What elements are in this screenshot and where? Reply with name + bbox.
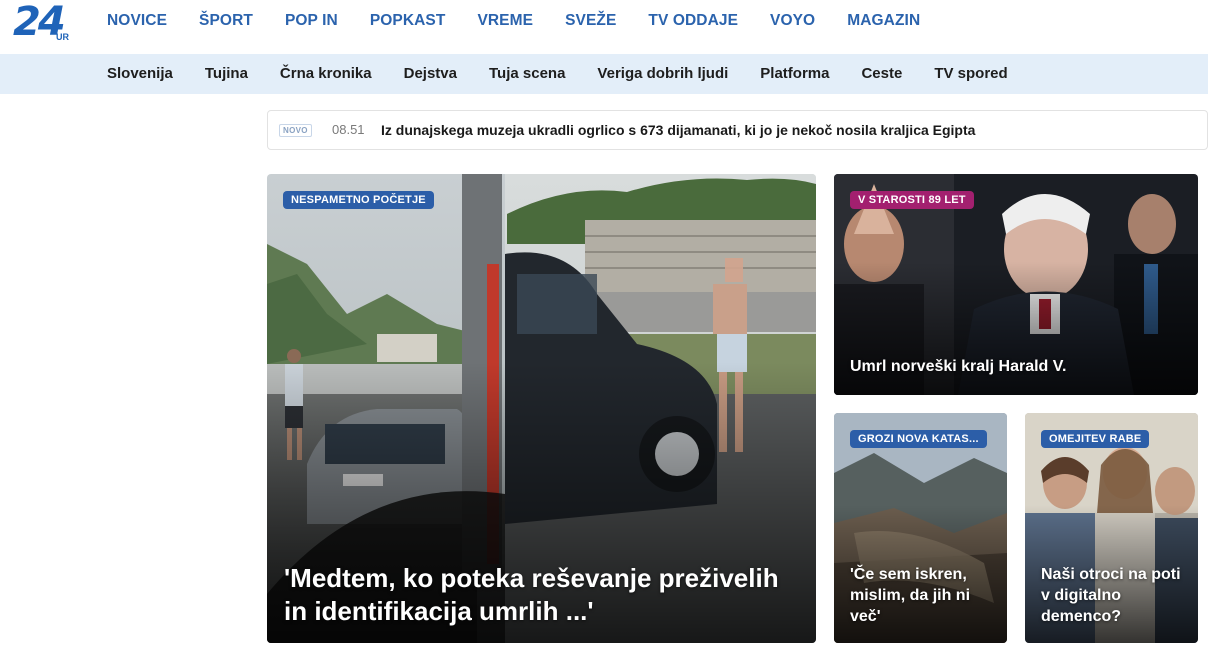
nav-item-vreme[interactable]: VREME — [477, 12, 533, 30]
article-category-badge: V STAROSTI 89 LET — [850, 191, 974, 209]
subnav-item-tv-spored[interactable]: TV spored — [934, 65, 1007, 82]
subnav-item-tuja-scena[interactable]: Tuja scena — [489, 65, 565, 82]
article-category-badge: NESPAMETNO POČETJE — [283, 191, 434, 209]
article-title[interactable]: Naši otroci na poti v digitalno demenco? — [1041, 564, 1184, 627]
top-header: 24 UR NOVICE ŠPORT POP IN POPKAST VREME … — [0, 0, 1208, 54]
logo-24ur[interactable]: 24 UR — [13, 0, 73, 46]
nav-item-voyo[interactable]: VOYO — [770, 12, 815, 30]
subnav-item-platforma[interactable]: Platforma — [760, 65, 829, 82]
subnav-item-ceste[interactable]: Ceste — [861, 65, 902, 82]
sub-nav: Slovenija Tujina Črna kronika Dejstva Tu… — [107, 65, 1040, 82]
article-category-badge: OMEJITEV RABE — [1041, 430, 1150, 448]
article-card-landslide[interactable]: GROZI NOVA KATAS... 'Če sem iskren, misl… — [834, 413, 1007, 643]
nav-item-sveze[interactable]: SVEŽE — [565, 12, 616, 30]
breaking-news-ticker[interactable]: NOVO 08.51 Iz dunajskega muzeja ukradli … — [267, 110, 1208, 150]
subnav-item-veriga-dobrih-ljudi[interactable]: Veriga dobrih ljudi — [597, 65, 728, 82]
nav-item-tv-oddaje[interactable]: TV ODDAJE — [648, 12, 738, 30]
nav-item-novice[interactable]: NOVICE — [107, 12, 167, 30]
article-title[interactable]: 'Če sem iskren, mislim, da jih ni več' — [850, 564, 993, 627]
ticker-time: 08.51 — [332, 122, 365, 137]
nav-item-popkast[interactable]: POPKAST — [370, 12, 446, 30]
article-category-badge: GROZI NOVA KATAS... — [850, 430, 987, 448]
nav-item-pop-in[interactable]: POP IN — [285, 12, 338, 30]
subnav-item-slovenija[interactable]: Slovenija — [107, 65, 173, 82]
subnav-item-dejstva[interactable]: Dejstva — [404, 65, 457, 82]
subnav-item-tujina[interactable]: Tujina — [205, 65, 248, 82]
nav-item-magazin[interactable]: MAGAZIN — [847, 12, 920, 30]
sub-nav-bar: Slovenija Tujina Črna kronika Dejstva Tu… — [0, 54, 1208, 94]
article-card-digital-dementia[interactable]: OMEJITEV RABE Naši otroci na poti v digi… — [1025, 413, 1198, 643]
ticker-headline[interactable]: Iz dunajskega muzeja ukradli ogrlico s 6… — [381, 122, 975, 138]
subnav-item-crna-kronika[interactable]: Črna kronika — [280, 65, 372, 82]
article-title[interactable]: Umrl norveški kralj Harald V. — [850, 357, 1184, 377]
nav-item-sport[interactable]: ŠPORT — [199, 12, 253, 30]
featured-article-card[interactable]: NESPAMETNO POČETJE 'Medtem, ko poteka re… — [267, 174, 816, 643]
article-title[interactable]: 'Medtem, ko poteka reševanje preživelih … — [284, 562, 802, 628]
logo-sub: UR — [56, 32, 69, 42]
article-card-king[interactable]: V STAROSTI 89 LET Umrl norveški kralj Ha… — [834, 174, 1198, 395]
ticker-new-tag: NOVO — [279, 124, 312, 137]
main-nav: NOVICE ŠPORT POP IN POPKAST VREME SVEŽE … — [107, 12, 952, 30]
